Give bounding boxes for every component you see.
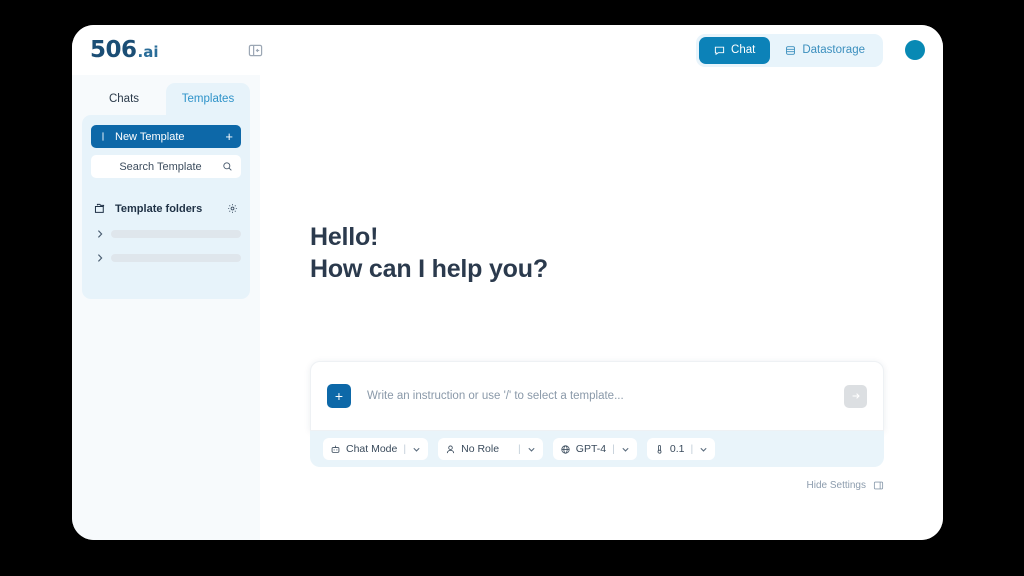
chevron-down-icon[interactable] — [527, 445, 536, 454]
avatar[interactable] — [905, 40, 925, 60]
page-title: Hello! How can I help you? — [310, 222, 884, 285]
template-folders-label: Template folders — [115, 202, 203, 215]
sidebar-tab-chats[interactable]: Chats — [82, 83, 166, 115]
gear-icon[interactable] — [227, 203, 238, 214]
database-icon — [785, 45, 796, 56]
chat-mode-dropdown[interactable]: Chat Mode | — [323, 438, 429, 460]
chevron-down-icon[interactable] — [699, 445, 708, 454]
list-item[interactable] — [91, 253, 241, 263]
instruction-input[interactable] — [367, 390, 844, 402]
thermometer-icon — [654, 444, 665, 455]
role-label: No Role — [461, 443, 500, 455]
sidebar-tab-chats-label: Chats — [108, 93, 140, 105]
mode-tab-chat[interactable]: Chat — [699, 36, 771, 64]
logo-mark-text: 506 — [90, 37, 137, 63]
app-window: 506 .ai Chat Datastorage Chats Templates… — [72, 25, 943, 540]
mode-tab-datastorage-label: Datastorage — [802, 44, 865, 56]
plus-icon: + — [334, 388, 344, 404]
mode-switch: Chat Datastorage — [696, 33, 883, 67]
greeting-line-2: How can I help you? — [310, 254, 548, 283]
pill-divider: | — [518, 443, 521, 455]
model-dropdown[interactable]: GPT-4 | — [552, 438, 637, 460]
globe-icon — [560, 444, 571, 455]
sidebar: Chats Templates New Template + Search Te… — [72, 75, 260, 540]
chevron-down-icon[interactable] — [412, 445, 421, 454]
pill-divider: | — [403, 443, 407, 455]
search-template-input[interactable]: Search Template — [91, 155, 241, 178]
arrow-right-icon — [850, 390, 862, 402]
main-content: Hello! How can I help you? + Write an in… — [260, 75, 943, 540]
send-button[interactable] — [844, 384, 867, 408]
note-icon — [99, 131, 107, 142]
hide-settings-label: Hide Settings — [806, 480, 866, 491]
brand-logo[interactable]: 506 .ai — [90, 37, 158, 63]
app-body: Chats Templates New Template + Search Te… — [72, 75, 943, 540]
list-item[interactable] — [91, 229, 241, 239]
sidebar-tab-templates-label: Templates — [181, 93, 235, 105]
template-folders-section-header[interactable]: Template folders — [91, 202, 241, 215]
sidebar-tabs: Chats Templates — [82, 83, 250, 115]
new-template-button[interactable]: New Template + — [91, 125, 241, 148]
chevron-right-icon[interactable] — [96, 229, 104, 239]
sidebar-tab-templates[interactable]: Templates — [166, 83, 250, 115]
folder-name-placeholder — [111, 254, 241, 262]
search-icon — [222, 161, 233, 172]
mode-tab-chat-label: Chat — [731, 44, 756, 56]
search-template-label: Search Template — [119, 160, 202, 173]
mode-tab-datastorage[interactable]: Datastorage — [770, 37, 880, 64]
templates-panel: New Template + Search Template Template … — [82, 115, 250, 299]
chat-bubble-icon — [714, 45, 725, 56]
temperature-dropdown[interactable]: 0.1 | — [646, 438, 716, 460]
chevron-down-icon[interactable] — [621, 445, 630, 454]
app-header: 506 .ai Chat Datastorage — [72, 25, 943, 75]
person-icon — [445, 444, 456, 455]
plus-icon: + — [225, 129, 233, 144]
panel-collapse-icon — [873, 480, 884, 491]
model-label: GPT-4 — [575, 443, 607, 455]
panel-toggle-icon[interactable] — [244, 39, 266, 61]
hide-settings-button[interactable]: Hide Settings — [310, 480, 884, 491]
settings-bar: Chat Mode | No Role | GPT-4 | 0.1 | — [310, 431, 884, 467]
composer-card: + — [310, 361, 884, 431]
new-template-label: New Template — [115, 130, 185, 143]
chat-mode-label: Chat Mode — [346, 443, 398, 455]
add-attachment-button[interactable]: + — [327, 384, 351, 408]
composer: + Write an instruction or use '/' to sel… — [310, 361, 884, 491]
folder-name-placeholder — [111, 230, 241, 238]
logo-suffix-text: .ai — [137, 43, 159, 61]
pill-divider: | — [612, 443, 615, 455]
pill-divider: | — [690, 443, 694, 455]
role-dropdown[interactable]: No Role | — [438, 438, 543, 460]
greeting-line-1: Hello! — [310, 223, 379, 251]
robot-icon — [330, 444, 341, 455]
temperature-label: 0.1 — [669, 443, 685, 455]
chevron-right-icon[interactable] — [96, 253, 104, 263]
folders-icon — [94, 202, 107, 215]
